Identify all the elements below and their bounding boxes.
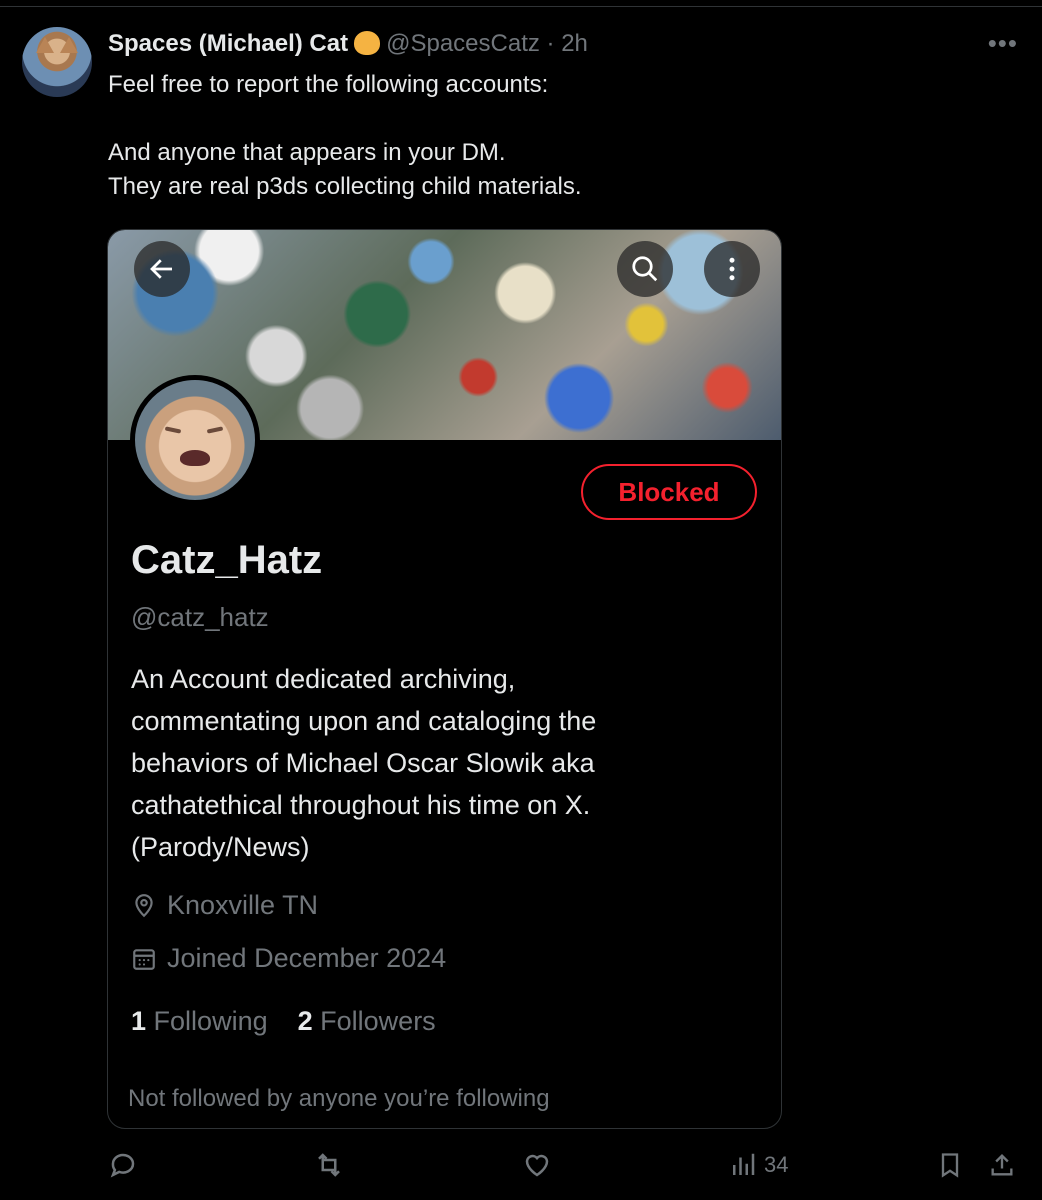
top-divider — [0, 0, 1042, 7]
bio-line: cathatethical throughout his time on X. — [131, 790, 591, 820]
profile-display-name: Catz_Hatz — [131, 538, 323, 582]
joined-text: Joined December 2024 — [167, 943, 447, 973]
tweet-line: Feel free to report the following accoun… — [108, 71, 549, 98]
tweet-actions: 34 — [0, 1150, 1042, 1186]
views-count: 34 — [764, 1152, 789, 1177]
tweet-text: Feel free to report the following accoun… — [108, 68, 582, 204]
following-stat: 1 Following — [131, 1006, 268, 1036]
location-icon — [135, 893, 153, 917]
followers-stat: 2 Followers — [297, 1006, 436, 1036]
bio-line: (Parody/News) — [131, 832, 310, 862]
bio-line: An Account dedicated archiving, — [131, 664, 516, 694]
reply-icon[interactable] — [108, 1150, 138, 1180]
like-icon[interactable] — [522, 1150, 552, 1180]
author-avatar[interactable] — [22, 27, 92, 97]
tweet-line: They are real p3ds collecting child mate… — [108, 173, 582, 200]
profile-avatar — [130, 375, 260, 505]
views-icon — [733, 1153, 755, 1175]
profile-bio: An Account dedicated archiving, commenta… — [131, 658, 751, 868]
bio-line: commentating upon and cataloging the — [131, 706, 597, 736]
not-followed-text: Not followed by anyone you’re following — [128, 1085, 550, 1112]
profile-joined: Joined December 2024 — [131, 943, 446, 974]
tweet-time[interactable]: · 2h — [547, 30, 588, 57]
tweet-line: And anyone that appears in your DM. — [108, 139, 506, 166]
more-horizontal-icon[interactable]: ••• — [988, 28, 1018, 59]
cat-emoji-icon — [354, 31, 381, 55]
back-arrow-icon — [134, 241, 190, 297]
search-icon — [617, 241, 673, 297]
tweet-header: Spaces (Michael) Cat @SpacesCatz · 2h — [108, 30, 588, 58]
bookmark-icon[interactable] — [936, 1150, 964, 1180]
profile-username: @catz_hatz — [131, 602, 269, 632]
blocked-button: Blocked — [581, 464, 757, 520]
location-text: Knoxville TN — [167, 890, 319, 920]
author-handle[interactable]: @SpacesCatz — [386, 30, 540, 57]
retweet-icon[interactable] — [313, 1150, 345, 1180]
calendar-icon — [133, 948, 155, 970]
profile-screenshot-image[interactable]: Blocked Catz_Hatz @catz_hatz An Account … — [107, 229, 782, 1129]
more-vertical-icon — [704, 241, 760, 297]
profile-stats: 1 Following 2 Followers — [131, 1006, 436, 1037]
share-icon[interactable] — [988, 1150, 1016, 1180]
bio-line: behaviors of Michael Oscar Slowik aka — [131, 748, 595, 778]
views-button[interactable]: 34 — [728, 1150, 788, 1180]
author-name[interactable]: Spaces (Michael) Cat — [108, 30, 348, 57]
profile-location: Knoxville TN — [131, 890, 318, 921]
